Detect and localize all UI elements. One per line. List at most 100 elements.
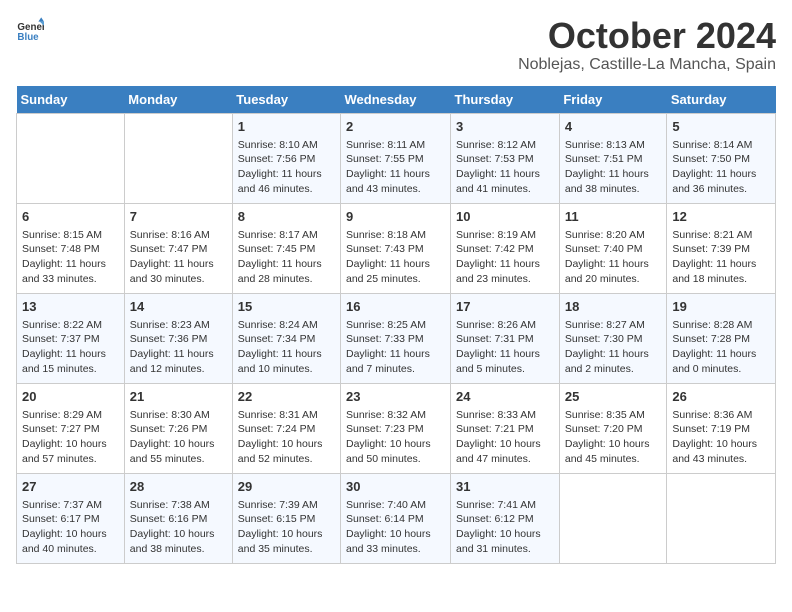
day-number: 30 xyxy=(346,478,445,496)
calendar-cell: 9Sunrise: 8:18 AM Sunset: 7:43 PM Daylig… xyxy=(341,203,451,293)
day-number: 23 xyxy=(346,388,445,406)
title-area: October 2024 Noblejas, Castille-La Manch… xyxy=(518,16,776,74)
day-number: 7 xyxy=(130,208,227,226)
calendar-cell: 28 Sunrise: 7:38 AM Sunset: 6:16 PM Dayli… xyxy=(124,473,232,563)
day-info: Sunrise: 8:27 AM Sunset: 7:30 PM Dayligh… xyxy=(565,318,662,377)
calendar-cell: 2 Sunrise: 8:11 AM Sunset: 7:55 PM Daylig… xyxy=(341,113,451,203)
svg-text:Blue: Blue xyxy=(17,32,39,43)
day-info: Sunrise: 8:15 AM Sunset: 7:48 PM Dayligh… xyxy=(22,228,119,287)
weekday-header-saturday: Saturday xyxy=(667,86,776,114)
day-info: Sunrise: 8:13 AM Sunset: 7:51 PM Dayligh… xyxy=(565,138,662,197)
day-number: 11 xyxy=(565,208,662,226)
day-info: Sunrise: 8:35 AM Sunset: 7:20 PM Dayligh… xyxy=(565,408,662,467)
logo-icon: General Blue xyxy=(16,16,44,44)
day-info: Sunrise: 8:28 AM Sunset: 7:28 PM Dayligh… xyxy=(672,318,770,377)
day-number: 24 xyxy=(456,388,554,406)
day-number: 22 xyxy=(238,388,335,406)
weekday-header-tuesday: Tuesday xyxy=(232,86,340,114)
day-number: 14 xyxy=(130,298,227,316)
day-info: Sunrise: 7:37 AM Sunset: 6:17 PM Dayligh… xyxy=(22,498,119,557)
day-number: 16 xyxy=(346,298,445,316)
calendar-week-row: 6 Sunrise: 8:15 AM Sunset: 7:48 PM Daylig… xyxy=(17,203,776,293)
calendar-cell: 4 Sunrise: 8:13 AM Sunset: 7:51 PM Daylig… xyxy=(559,113,667,203)
calendar-cell: 21Sunrise: 8:30 AM Sunset: 7:26 PM Dayli… xyxy=(124,383,232,473)
day-number: 12 xyxy=(672,208,770,226)
day-info: Sunrise: 8:36 AM Sunset: 7:19 PM Dayligh… xyxy=(672,408,770,467)
day-number: 27 xyxy=(22,478,119,496)
day-info: Sunrise: 8:10 AM Sunset: 7:56 PM Dayligh… xyxy=(238,138,335,197)
weekday-header-sunday: Sunday xyxy=(17,86,125,114)
day-number: 28 xyxy=(130,478,227,496)
calendar-cell: 13 Sunrise: 8:22 AM Sunset: 7:37 PM Dayli… xyxy=(17,293,125,383)
calendar-cell: 30Sunrise: 7:40 AM Sunset: 6:14 PM Dayli… xyxy=(341,473,451,563)
day-info: Sunrise: 8:24 AM Sunset: 7:34 PM Dayligh… xyxy=(238,318,335,377)
subtitle: Noblejas, Castille-La Mancha, Spain xyxy=(518,56,776,74)
calendar-week-row: 1Sunrise: 8:10 AM Sunset: 7:56 PM Daylig… xyxy=(17,113,776,203)
calendar-cell: 23 Sunrise: 8:32 AM Sunset: 7:23 PM Dayli… xyxy=(341,383,451,473)
weekday-header-monday: Monday xyxy=(124,86,232,114)
weekday-header-friday: Friday xyxy=(559,86,667,114)
day-number: 13 xyxy=(22,298,119,316)
day-info: Sunrise: 7:39 AM Sunset: 6:15 PM Dayligh… xyxy=(238,498,335,557)
weekday-header-wednesday: Wednesday xyxy=(341,86,451,114)
calendar-cell: 16 Sunrise: 8:25 AM Sunset: 7:33 PM Dayli… xyxy=(341,293,451,383)
day-number: 20 xyxy=(22,388,119,406)
day-number: 5 xyxy=(672,118,770,136)
weekday-header-thursday: Thursday xyxy=(451,86,560,114)
calendar-cell: 6 Sunrise: 8:15 AM Sunset: 7:48 PM Daylig… xyxy=(17,203,125,293)
day-info: Sunrise: 8:23 AM Sunset: 7:36 PM Dayligh… xyxy=(130,318,227,377)
calendar-cell: 25Sunrise: 8:35 AM Sunset: 7:20 PM Dayli… xyxy=(559,383,667,473)
calendar-cell: 19 Sunrise: 8:28 AM Sunset: 7:28 PM Dayli… xyxy=(667,293,776,383)
calendar-cell: 29 Sunrise: 7:39 AM Sunset: 6:15 PM Dayli… xyxy=(232,473,340,563)
calendar-cell: 18Sunrise: 8:27 AM Sunset: 7:30 PM Dayli… xyxy=(559,293,667,383)
day-number: 21 xyxy=(130,388,227,406)
day-info: Sunrise: 8:26 AM Sunset: 7:31 PM Dayligh… xyxy=(456,318,554,377)
calendar-cell: 5 Sunrise: 8:14 AM Sunset: 7:50 PM Daylig… xyxy=(667,113,776,203)
calendar-week-row: 20 Sunrise: 8:29 AM Sunset: 7:27 PM Dayli… xyxy=(17,383,776,473)
calendar-cell: 1Sunrise: 8:10 AM Sunset: 7:56 PM Daylig… xyxy=(232,113,340,203)
day-info: Sunrise: 8:22 AM Sunset: 7:37 PM Dayligh… xyxy=(22,318,119,377)
weekday-header-row: SundayMondayTuesdayWednesdayThursdayFrid… xyxy=(17,86,776,114)
main-title: October 2024 xyxy=(518,16,776,56)
calendar-cell: 12Sunrise: 8:21 AM Sunset: 7:39 PM Dayli… xyxy=(667,203,776,293)
calendar-cell: 24 Sunrise: 8:33 AM Sunset: 7:21 PM Dayli… xyxy=(451,383,560,473)
day-info: Sunrise: 8:18 AM Sunset: 7:43 PM Dayligh… xyxy=(346,228,445,287)
day-number: 19 xyxy=(672,298,770,316)
day-number: 6 xyxy=(22,208,119,226)
day-info: Sunrise: 8:12 AM Sunset: 7:53 PM Dayligh… xyxy=(456,138,554,197)
day-info: Sunrise: 8:16 AM Sunset: 7:47 PM Dayligh… xyxy=(130,228,227,287)
calendar-cell xyxy=(124,113,232,203)
day-info: Sunrise: 8:25 AM Sunset: 7:33 PM Dayligh… xyxy=(346,318,445,377)
day-info: Sunrise: 8:11 AM Sunset: 7:55 PM Dayligh… xyxy=(346,138,445,197)
day-number: 2 xyxy=(346,118,445,136)
day-info: Sunrise: 8:33 AM Sunset: 7:21 PM Dayligh… xyxy=(456,408,554,467)
day-number: 8 xyxy=(238,208,335,226)
day-info: Sunrise: 8:17 AM Sunset: 7:45 PM Dayligh… xyxy=(238,228,335,287)
day-number: 31 xyxy=(456,478,554,496)
calendar-table: SundayMondayTuesdayWednesdayThursdayFrid… xyxy=(16,86,776,564)
calendar-cell: 20 Sunrise: 8:29 AM Sunset: 7:27 PM Dayli… xyxy=(17,383,125,473)
logo: General Blue xyxy=(16,16,44,44)
day-info: Sunrise: 8:14 AM Sunset: 7:50 PM Dayligh… xyxy=(672,138,770,197)
calendar-cell: 8 Sunrise: 8:17 AM Sunset: 7:45 PM Daylig… xyxy=(232,203,340,293)
page-header: General Blue October 2024 Noblejas, Cast… xyxy=(16,16,776,74)
day-info: Sunrise: 8:29 AM Sunset: 7:27 PM Dayligh… xyxy=(22,408,119,467)
day-number: 17 xyxy=(456,298,554,316)
calendar-cell: 14 Sunrise: 8:23 AM Sunset: 7:36 PM Dayli… xyxy=(124,293,232,383)
calendar-cell: 10 Sunrise: 8:19 AM Sunset: 7:42 PM Dayli… xyxy=(451,203,560,293)
day-number: 15 xyxy=(238,298,335,316)
calendar-cell: 11Sunrise: 8:20 AM Sunset: 7:40 PM Dayli… xyxy=(559,203,667,293)
calendar-cell xyxy=(17,113,125,203)
day-number: 10 xyxy=(456,208,554,226)
calendar-cell: 27 Sunrise: 7:37 AM Sunset: 6:17 PM Dayli… xyxy=(17,473,125,563)
day-info: Sunrise: 7:38 AM Sunset: 6:16 PM Dayligh… xyxy=(130,498,227,557)
calendar-cell: 31 Sunrise: 7:41 AM Sunset: 6:12 PM Dayli… xyxy=(451,473,560,563)
day-number: 29 xyxy=(238,478,335,496)
day-info: Sunrise: 8:19 AM Sunset: 7:42 PM Dayligh… xyxy=(456,228,554,287)
calendar-week-row: 27 Sunrise: 7:37 AM Sunset: 6:17 PM Dayli… xyxy=(17,473,776,563)
day-info: Sunrise: 8:31 AM Sunset: 7:24 PM Dayligh… xyxy=(238,408,335,467)
day-info: Sunrise: 8:32 AM Sunset: 7:23 PM Dayligh… xyxy=(346,408,445,467)
day-number: 4 xyxy=(565,118,662,136)
day-number: 3 xyxy=(456,118,554,136)
day-info: Sunrise: 7:41 AM Sunset: 6:12 PM Dayligh… xyxy=(456,498,554,557)
